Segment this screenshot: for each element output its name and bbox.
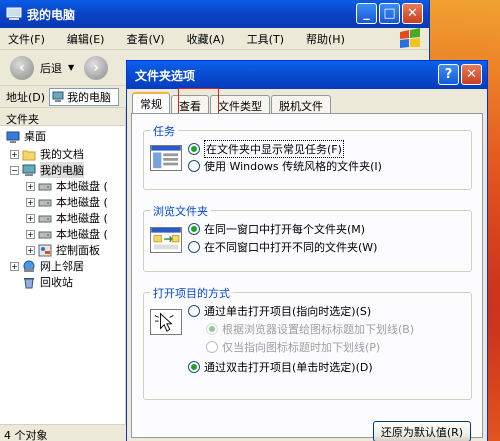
disk-drive-icon (38, 199, 52, 206)
same-window-radio[interactable]: 在同一窗口中打开每个文件夹(M) (188, 221, 365, 237)
folder-options-dialog: 文件夹选项 ? ✕ 常规 查看 文件类型 脱机文件 任务 在文件夹中显示常见任务… (126, 60, 488, 441)
disk-drive-icon (38, 231, 52, 238)
menu-edit[interactable]: 编辑(E) (67, 31, 105, 47)
expand-icon[interactable]: + (10, 149, 19, 159)
expand-icon[interactable]: + (26, 197, 35, 207)
tasks-preview-icon (150, 145, 182, 171)
radio-unselected-icon (188, 241, 200, 253)
tree-item-my-computer[interactable]: − 我的电脑 (10, 162, 84, 178)
tree-item-control-panel[interactable]: + 控制面板 (26, 242, 100, 258)
back-arrow-icon[interactable]: ‹ (10, 55, 34, 80)
folder-icon (22, 150, 36, 160)
my-computer-icon (22, 164, 36, 176)
radio-unselected-icon (206, 341, 218, 353)
back-dropdown-icon[interactable]: ▼ (68, 63, 74, 72)
expand-icon[interactable]: + (10, 261, 19, 271)
tab-general[interactable]: 常规 (132, 92, 170, 113)
click-group-label: 打开项目的方式 (150, 285, 233, 301)
maximize-button[interactable]: □ (379, 3, 400, 24)
underline-browser-radio[interactable]: 根据浏览器设置给图标标题加下划线(B) (206, 321, 414, 337)
radio-selected-icon (188, 361, 200, 373)
recycle-bin-icon (24, 277, 34, 288)
restore-defaults-button[interactable]: 还原为默认值(R) (373, 421, 471, 441)
disk-drive-icon (38, 183, 52, 190)
dialog-tabs: 常规 查看 文件类型 脱机文件 (132, 92, 332, 113)
radio-unselected-icon (188, 160, 200, 172)
menu-file[interactable]: 文件(F) (8, 31, 45, 47)
tab-highlight-box (178, 88, 219, 116)
separate-window-radio[interactable]: 在不同窗口中打开不同的文件夹(W) (188, 239, 377, 255)
my-computer-icon (6, 7, 22, 20)
menu-bar: 文件(F) 编辑(E) 查看(V) 收藏(A) 工具(T) 帮助(H) (0, 28, 429, 50)
expand-icon[interactable]: + (26, 181, 35, 191)
disk-drive-icon (38, 215, 52, 222)
close-button[interactable]: ✕ (402, 3, 423, 24)
forward-arrow-icon[interactable]: › (84, 55, 109, 80)
classic-folders-radio[interactable]: 使用 Windows 传统风格的文件夹(I) (188, 158, 382, 174)
address-input[interactable]: 我的电脑 (49, 87, 120, 106)
browse-group-label: 浏览文件夹 (150, 203, 211, 219)
single-click-radio[interactable]: 通过单击打开项目(指向时选定)(S) (188, 303, 371, 319)
status-bar: 4 个对象 (0, 424, 126, 441)
dialog-titlebar[interactable]: 文件夹选项 ? ✕ (127, 61, 487, 89)
expand-icon[interactable]: + (26, 229, 35, 239)
dialog-close-button[interactable]: ✕ (461, 64, 482, 85)
dialog-title: 文件夹选项 (135, 68, 196, 83)
show-common-tasks-radio[interactable]: 在文件夹中显示常见任务(F) (188, 140, 344, 158)
help-button[interactable]: ? (438, 64, 459, 85)
underline-point-radio[interactable]: 仅当指向图标标题时加下划线(P) (206, 339, 380, 355)
explorer-titlebar[interactable]: 我的电脑 _ □ ✕ (0, 0, 429, 28)
folder-pane: 文件夹 桌面 + 我的文档 − 我的电脑 + 本地磁盘 ( + 本地磁盘 (+… (0, 108, 126, 424)
tab-offline-files[interactable]: 脱机文件 (271, 95, 331, 113)
tasks-group: 任务 在文件夹中显示常见任务(F) 使用 Windows 传统风格的文件夹(I) (143, 123, 472, 190)
click-preview-icon (150, 309, 182, 335)
menu-help[interactable]: 帮助(H) (306, 31, 345, 47)
click-items-group: 打开项目的方式 通过单击打开项目(指向时选定)(S) 根据浏览器设置给图标标题加… (143, 285, 472, 400)
browse-folders-group: 浏览文件夹 在同一窗口中打开每个文件夹(M) 在不同窗口中打开不同的文件夹(W) (143, 203, 472, 272)
network-icon (23, 260, 35, 272)
folder-pane-title: 文件夹 (0, 108, 125, 126)
radio-selected-icon (188, 223, 200, 235)
explorer-title: 我的电脑 (27, 7, 76, 22)
general-tab-panel: 任务 在文件夹中显示常见任务(F) 使用 Windows 传统风格的文件夹(I)… (131, 113, 483, 441)
radio-unselected-icon (188, 305, 200, 317)
address-label: 地址(D) (6, 90, 46, 104)
tab-file-types[interactable]: 文件类型 (210, 95, 270, 113)
menu-favorites[interactable]: 收藏(A) (187, 31, 225, 47)
tree-item-my-documents[interactable]: + 我的文档 (10, 146, 84, 162)
tree-item-disk[interactable]: + 本地磁盘 ( (26, 178, 108, 194)
minimize-button[interactable]: _ (356, 3, 377, 24)
control-panel-icon (38, 244, 52, 256)
double-click-radio[interactable]: 通过双击打开项目(单击时选定)(D) (188, 359, 373, 375)
menu-tools[interactable]: 工具(T) (247, 31, 284, 47)
tree-item-disk[interactable]: + 本地磁盘 ( (26, 210, 108, 226)
radio-selected-icon (206, 323, 218, 335)
tree-item-desktop[interactable]: 桌面 (6, 128, 46, 144)
tree-item-network[interactable]: + 网上邻居 (10, 258, 84, 274)
expand-icon[interactable]: + (26, 213, 35, 223)
collapse-icon[interactable]: − (10, 165, 19, 175)
tree-item-disk[interactable]: + 本地磁盘 ( (26, 194, 108, 210)
windows-logo-icon (400, 28, 420, 48)
tree-item-disk[interactable]: + 本地磁盘 ( (26, 226, 108, 242)
tree-item-recycle-bin[interactable]: 回收站 (22, 274, 73, 290)
menu-view[interactable]: 查看(V) (126, 31, 164, 47)
desktop-icon (6, 131, 20, 143)
radio-selected-icon (188, 143, 200, 155)
browse-preview-icon (150, 227, 182, 253)
back-button-label[interactable]: 后退 (40, 60, 62, 76)
expand-icon[interactable]: + (26, 245, 35, 255)
address-value: 我的电脑 (67, 90, 112, 104)
my-computer-small-icon (52, 91, 64, 102)
tasks-group-label: 任务 (150, 123, 178, 139)
